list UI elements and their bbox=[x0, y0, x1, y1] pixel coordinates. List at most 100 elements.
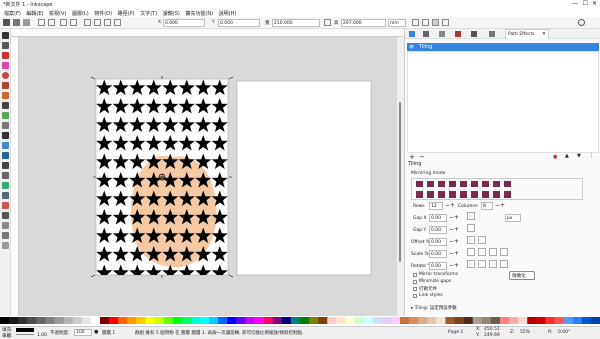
palette-swatch[interactable] bbox=[354, 317, 364, 324]
palette-swatch[interactable] bbox=[27, 317, 37, 324]
remove-effect-icon[interactable]: − bbox=[419, 153, 425, 161]
palette-swatch[interactable] bbox=[227, 317, 237, 324]
menu-layer[interactable]: 圖層(L) bbox=[72, 10, 89, 17]
palette-swatch[interactable] bbox=[72, 317, 83, 324]
menu-path[interactable]: 路徑(P) bbox=[118, 10, 135, 17]
defaults-expander[interactable]: ▸ Tiling: 設定預設參數 bbox=[411, 305, 457, 311]
more-icon[interactable]: ⋮ bbox=[589, 153, 594, 159]
gapy-stepper-icon[interactable]: −+ bbox=[449, 226, 459, 233]
palette-swatch[interactable] bbox=[190, 317, 201, 324]
rotate-mode-1-icon[interactable] bbox=[467, 260, 475, 268]
horizontal-ruler[interactable] bbox=[11, 29, 403, 37]
flip-h-icon[interactable] bbox=[60, 19, 67, 26]
zoom-value[interactable]: 55% bbox=[520, 330, 530, 335]
scale-mode-3-icon[interactable] bbox=[489, 248, 497, 256]
paint-bucket-tool-icon[interactable] bbox=[2, 172, 9, 179]
deselect-icon[interactable] bbox=[23, 19, 30, 26]
rotate-stepper-icon[interactable]: −+ bbox=[449, 262, 459, 269]
dropper-tool-icon[interactable] bbox=[2, 162, 9, 169]
text-tool-icon[interactable] bbox=[2, 132, 9, 139]
lower-bottom-icon[interactable] bbox=[114, 19, 121, 26]
ellipse-tool-icon[interactable] bbox=[2, 72, 9, 79]
palette-swatch[interactable] bbox=[563, 317, 574, 324]
palette-swatch[interactable] bbox=[181, 317, 192, 324]
scale-corners-icon[interactable] bbox=[422, 19, 429, 26]
xml-editor-tab-icon[interactable] bbox=[489, 31, 495, 37]
text-font-tab-icon[interactable] bbox=[471, 31, 477, 37]
palette-swatch[interactable] bbox=[381, 317, 392, 324]
unit-select[interactable]: mm bbox=[388, 19, 406, 27]
palette-swatch[interactable] bbox=[63, 317, 74, 324]
align-tab-icon[interactable] bbox=[439, 31, 445, 37]
palette-swatch[interactable] bbox=[100, 317, 110, 324]
spiral-tool-icon[interactable] bbox=[2, 92, 9, 99]
flip-v-icon[interactable] bbox=[70, 19, 77, 26]
menu-object[interactable]: 物件(O) bbox=[94, 10, 112, 17]
menu-filters[interactable]: 濾鏡(S) bbox=[163, 10, 180, 17]
gap-unit-select[interactable]: px bbox=[505, 214, 521, 222]
tweak-tool-icon[interactable] bbox=[2, 182, 9, 189]
palette-swatch[interactable] bbox=[272, 317, 283, 324]
scale-mode-1-icon[interactable] bbox=[467, 248, 475, 256]
menu-view[interactable]: 檢視(V) bbox=[49, 10, 66, 17]
palette-swatch[interactable] bbox=[481, 317, 492, 324]
palette-swatch[interactable] bbox=[327, 317, 337, 324]
palette-swatch[interactable] bbox=[427, 317, 437, 324]
offset-cols-icon[interactable] bbox=[478, 236, 486, 244]
stroke-width[interactable]: 1.00 bbox=[37, 333, 47, 338]
palette-swatch[interactable] bbox=[536, 317, 546, 324]
tab-path-effects[interactable]: Path Effects ✕ bbox=[505, 29, 549, 39]
palette-swatch[interactable] bbox=[290, 317, 301, 324]
rotate-mode-2-icon[interactable] bbox=[478, 260, 486, 268]
palette-swatch[interactable] bbox=[400, 317, 410, 324]
lower-icon[interactable] bbox=[104, 19, 111, 26]
page-2[interactable] bbox=[236, 80, 372, 276]
menu-edit[interactable]: 編輯(E) bbox=[26, 10, 43, 17]
canvas[interactable] bbox=[19, 37, 397, 316]
scale-stroke-icon[interactable] bbox=[412, 19, 419, 26]
close-icon[interactable]: ✕ bbox=[592, 0, 597, 7]
maximize-icon[interactable]: ☐ bbox=[583, 0, 588, 7]
scale-field[interactable]: 0.00 bbox=[429, 250, 447, 258]
stroke-swatch[interactable] bbox=[16, 334, 34, 335]
palette-swatch[interactable] bbox=[318, 317, 328, 324]
h-field[interactable]: 297.000 bbox=[341, 19, 386, 27]
scale-stepper-icon[interactable]: −+ bbox=[449, 250, 459, 257]
minimize-icon[interactable]: — bbox=[572, 0, 578, 7]
rotate-cw-icon[interactable] bbox=[48, 19, 55, 26]
offset-rows-icon[interactable] bbox=[467, 236, 475, 244]
mesh-tool-icon[interactable] bbox=[2, 152, 9, 159]
rect-tool-icon[interactable] bbox=[2, 52, 9, 59]
move-down-icon[interactable]: ▼ bbox=[577, 153, 581, 159]
mirror-transforms-checkbox[interactable] bbox=[413, 273, 417, 277]
palette-swatch[interactable] bbox=[500, 317, 510, 324]
gap-grid-icon[interactable] bbox=[467, 224, 475, 232]
eraser-tool-icon[interactable] bbox=[2, 202, 9, 209]
layer-select[interactable]: 圖層 1 bbox=[102, 330, 115, 336]
visibility-icon[interactable]: 👁 bbox=[409, 44, 414, 49]
palette-swatch[interactable] bbox=[90, 317, 101, 324]
move-gradients-icon[interactable] bbox=[432, 19, 439, 26]
palette-swatch[interactable] bbox=[372, 317, 383, 324]
page-select[interactable]: Page 1 bbox=[448, 330, 463, 335]
palette-swatch[interactable] bbox=[527, 317, 537, 324]
rotation-value[interactable]: 0.00° bbox=[558, 330, 570, 335]
zoom-tool-icon[interactable] bbox=[2, 232, 9, 239]
fill-stroke-tab-icon[interactable] bbox=[409, 31, 415, 37]
connector-tool-icon[interactable] bbox=[2, 212, 9, 219]
palette-swatch[interactable] bbox=[9, 317, 19, 324]
palette-swatch[interactable] bbox=[218, 317, 228, 324]
vertical-ruler[interactable] bbox=[11, 37, 19, 316]
fill-swatch[interactable] bbox=[16, 328, 34, 332]
palette-swatch[interactable] bbox=[454, 317, 464, 324]
menu-file[interactable]: 檔案(F) bbox=[4, 10, 21, 17]
menu-text[interactable]: 文字(T) bbox=[140, 10, 157, 17]
y-field[interactable]: 0.000 bbox=[218, 19, 260, 27]
rotate-ccw-icon[interactable] bbox=[38, 19, 45, 26]
palette-swatch[interactable] bbox=[254, 317, 264, 324]
opacity-field[interactable]: 100 bbox=[74, 329, 92, 336]
palette-swatch[interactable] bbox=[163, 317, 174, 324]
palette-swatch[interactable] bbox=[154, 317, 164, 324]
palette-swatch[interactable] bbox=[36, 317, 46, 324]
palette-swatch[interactable] bbox=[18, 317, 28, 324]
